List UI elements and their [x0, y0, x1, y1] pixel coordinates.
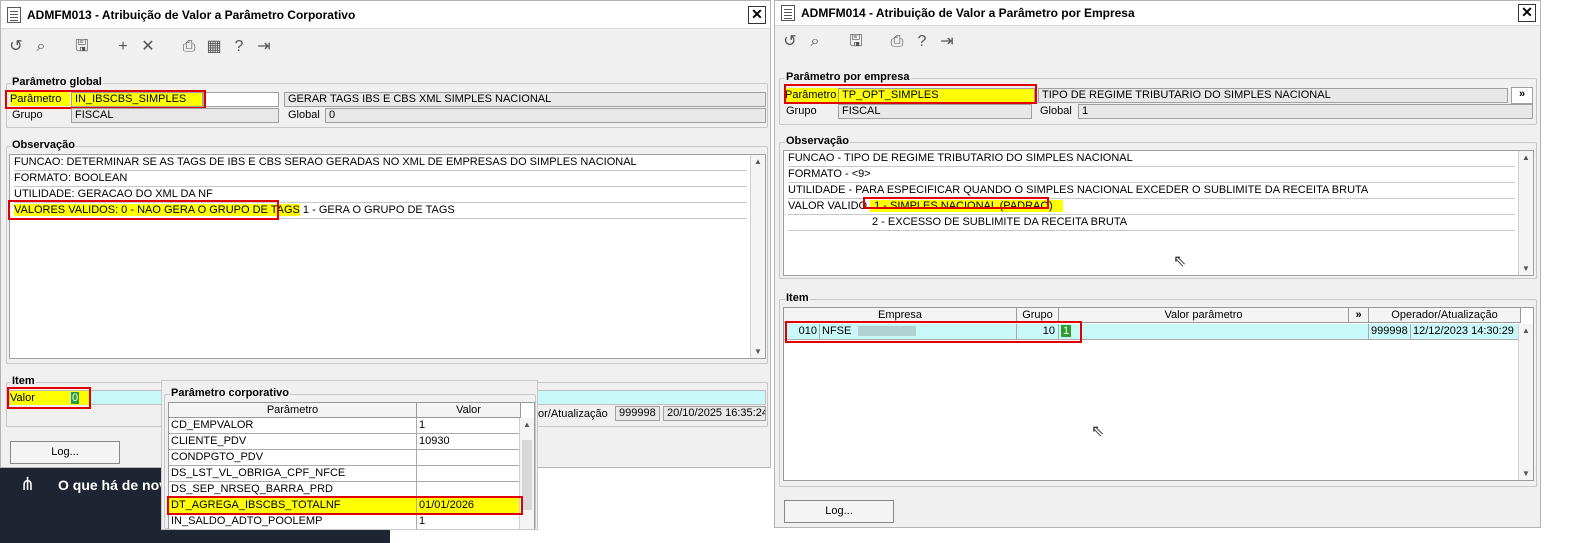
group-label: Grupo	[12, 109, 43, 121]
row-valor[interactable]: 1	[1059, 324, 1369, 340]
banner-text: O que há de nov	[58, 477, 167, 493]
col-header-operador[interactable]: Operador/Atualização	[1369, 308, 1521, 323]
global-value: 0	[325, 108, 766, 123]
highlight-popup-row	[167, 496, 523, 515]
mouse-cursor-icon: ⇖	[1173, 253, 1187, 270]
delete-icon[interactable]: ✕	[137, 36, 159, 58]
obs-line: FORMATO: BOOLEAN	[14, 171, 747, 187]
window-title: ADMFM013 - Atribuição de Valor a Parâmet…	[27, 7, 356, 22]
log-button[interactable]: Log...	[784, 500, 894, 523]
help-icon[interactable]: ?	[228, 36, 250, 58]
close-button[interactable]: ✕	[1518, 4, 1536, 22]
window-icon	[781, 5, 795, 21]
popup-row-valor[interactable]: 1	[417, 418, 521, 434]
toolbar: ↺ ⌕ 🖫 + ✕ ⎙ ▦ ? ⇥	[1, 30, 770, 64]
print-icon[interactable]: ⎙	[178, 36, 200, 58]
toolbar: ↺ ⌕ 🖫 ⎙ ? ⇥	[775, 27, 1540, 57]
popup-row-valor[interactable]	[417, 466, 521, 482]
highlight-valor	[7, 387, 91, 409]
save-icon[interactable]: 🖫	[845, 31, 867, 53]
global-value: 1	[1078, 104, 1533, 119]
param-input-extra[interactable]	[203, 92, 279, 107]
close-button[interactable]: ✕	[748, 6, 766, 24]
obs-scrollbar[interactable]: ▲ ▼	[1518, 151, 1533, 275]
row-user-text: 999998	[1371, 325, 1408, 337]
mouse-cursor-icon-2: ⇖	[1091, 423, 1105, 440]
obs-line: FUNCAO: DETERMINAR SE AS TAGS DE IBS E C…	[14, 155, 747, 171]
popup-row-param[interactable]: CLIENTE_PDV	[169, 434, 417, 450]
log-button[interactable]: Log...	[10, 441, 120, 464]
popup-row-valor[interactable]: 1	[417, 514, 521, 529]
col-header-valor[interactable]: Valor parâmetro	[1059, 308, 1349, 323]
popup-row-param[interactable]: DS_LST_VL_OBRIGA_CPF_NFCE	[169, 466, 417, 482]
operator-user: 999998	[615, 406, 660, 421]
window-title: ADMFM014 - Atribuição de Valor a Parâmet…	[801, 6, 1135, 20]
col-header-valor[interactable]: Valor	[417, 403, 521, 418]
obs-label: Observação	[11, 139, 76, 151]
save-icon[interactable]: 🖫	[71, 36, 93, 58]
exit-icon[interactable]: ⇥	[936, 31, 958, 53]
col-header-parametro[interactable]: Parâmetro	[169, 403, 417, 418]
undo-icon[interactable]: ↺	[5, 36, 27, 58]
title-bar: ADMFM014 - Atribuição de Valor a Parâmet…	[775, 1, 1540, 26]
print-icon[interactable]: ⎙	[886, 31, 908, 53]
obs-valid-label: VALOR VALIDO	[788, 200, 871, 212]
undo-icon[interactable]: ↺	[779, 31, 801, 53]
param-description: GERAR TAGS IBS E CBS XML SIMPLES NACIONA…	[284, 92, 766, 107]
row-user[interactable]: 999998	[1369, 324, 1411, 340]
group-value: FISCAL	[838, 104, 1032, 119]
group-value: FISCAL	[71, 108, 279, 123]
grid-scrollbar[interactable]: ▲ ▼	[1518, 324, 1533, 480]
item-label: Item	[11, 375, 36, 387]
row-date-text: 12/12/2023 14:30:29	[1413, 325, 1514, 337]
window-icon	[7, 6, 21, 23]
param-description: TIPO DE REGIME TRIBUTARIO DO SIMPLES NAC…	[1038, 88, 1508, 103]
help-icon[interactable]: ?	[911, 31, 933, 53]
obs-memo[interactable]: FUNCAO - TIPO DE REGIME TRIBUTARIO DO SI…	[783, 150, 1534, 276]
obs-label: Observação	[785, 135, 850, 147]
obs-line: FUNCAO - TIPO DE REGIME TRIBUTARIO DO SI…	[788, 151, 1515, 167]
row-date[interactable]: 12/12/2023 14:30:29	[1411, 324, 1521, 340]
highlight-valid-value	[863, 197, 1049, 209]
highlight-param	[784, 84, 1037, 104]
exit-icon[interactable]: ⇥	[253, 36, 275, 58]
obs-memo[interactable]: FUNCAO: DETERMINAR SE AS TAGS DE IBS E C…	[9, 154, 766, 359]
window-admfm014: ADMFM014 - Atribuição de Valor a Parâmet…	[774, 0, 1541, 528]
item-label: Item	[785, 292, 810, 304]
search-icon[interactable]: ⌕	[804, 31, 826, 53]
popup-row-param[interactable]: IN_SALDO_ADTO_POOLEMP	[169, 514, 417, 529]
obs-line: 2 - EXCESSO DE SUBLIMITE DA RECEITA BRUT…	[788, 215, 1515, 231]
param-more-button[interactable]: »	[1511, 87, 1533, 104]
title-bar: ADMFM013 - Atribuição de Valor a Parâmet…	[1, 1, 770, 29]
share-icon[interactable]: ⋔	[20, 474, 35, 495]
search-icon[interactable]: ⌕	[30, 36, 52, 58]
param-global-label: Parâmetro global	[11, 76, 103, 88]
add-icon[interactable]: +	[112, 36, 134, 58]
global-label: Global	[288, 109, 320, 121]
param-corporativo-popup: Parâmetro corporativo Parâmetro Valor CD…	[161, 380, 538, 530]
highlight-param	[5, 90, 206, 109]
obs-scrollbar[interactable]: ▲ ▼	[750, 155, 765, 358]
param-empresa-label: Parâmetro por empresa	[785, 71, 911, 83]
operator-label: or/Atualização	[538, 408, 608, 420]
highlight-row	[785, 321, 1082, 343]
obs-valid-values-rest: 1 - GERA O GRUPO DE TAGS	[299, 204, 455, 216]
calendar-icon[interactable]: ▦	[203, 36, 225, 58]
operator-date: 20/10/2025 16:35:24	[663, 406, 766, 421]
obs-line: FORMATO - <9>	[788, 167, 1515, 183]
popup-row-param[interactable]: CD_EMPVALOR	[169, 418, 417, 434]
popup-title: Parâmetro corporativo	[170, 387, 290, 399]
global-label: Global	[1040, 105, 1072, 117]
group-label: Grupo	[786, 105, 817, 117]
popup-row-param[interactable]: CONDPGTO_PDV	[169, 450, 417, 466]
col-header-more[interactable]: »	[1349, 308, 1369, 323]
highlight-valid-values	[8, 200, 279, 220]
popup-row-valor[interactable]: 10930	[417, 434, 521, 450]
popup-row-valor[interactable]	[417, 450, 521, 466]
